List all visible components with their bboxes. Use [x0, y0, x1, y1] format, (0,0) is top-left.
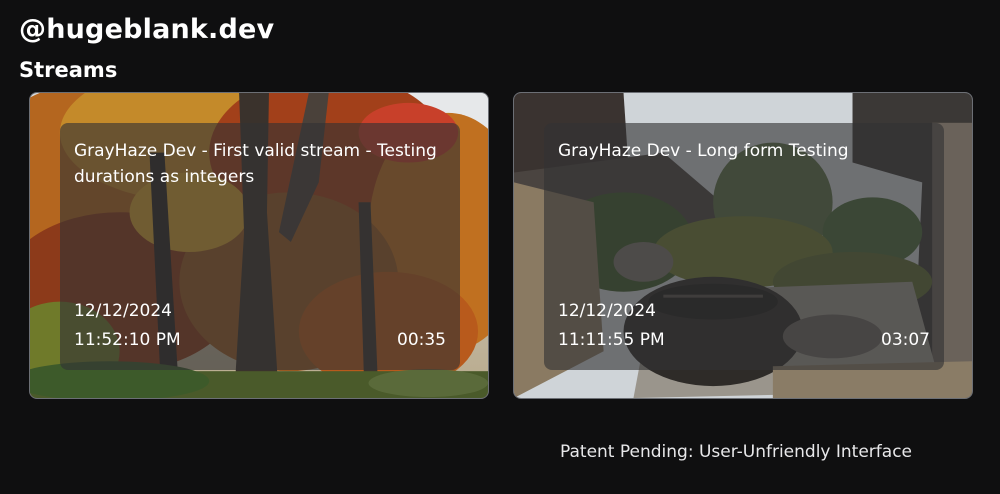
- channel-handle: @hugeblank.dev: [19, 14, 275, 45]
- stream-time: 11:11:55 PM: [558, 330, 665, 350]
- footer-text: Patent Pending: User-Unfriendly Interfac…: [560, 442, 912, 462]
- stream-time: 11:52:10 PM: [74, 330, 181, 350]
- stream-date: 12/12/2024: [74, 301, 172, 321]
- streams-heading: Streams: [19, 58, 118, 82]
- stream-duration: 03:07: [881, 330, 930, 350]
- stream-date: 12/12/2024: [558, 301, 656, 321]
- stream-card[interactable]: GrayHaze Dev - Long form Testing 12/12/2…: [513, 92, 973, 399]
- stream-info-overlay: GrayHaze Dev - Long form Testing 12/12/2…: [544, 123, 944, 370]
- stream-info-overlay: GrayHaze Dev - First valid stream - Test…: [60, 123, 460, 370]
- stream-title: GrayHaze Dev - First valid stream - Test…: [74, 141, 437, 187]
- stream-card[interactable]: GrayHaze Dev - First valid stream - Test…: [29, 92, 489, 399]
- stream-duration: 00:35: [397, 330, 446, 350]
- stream-title: GrayHaze Dev - Long form Testing: [558, 141, 849, 161]
